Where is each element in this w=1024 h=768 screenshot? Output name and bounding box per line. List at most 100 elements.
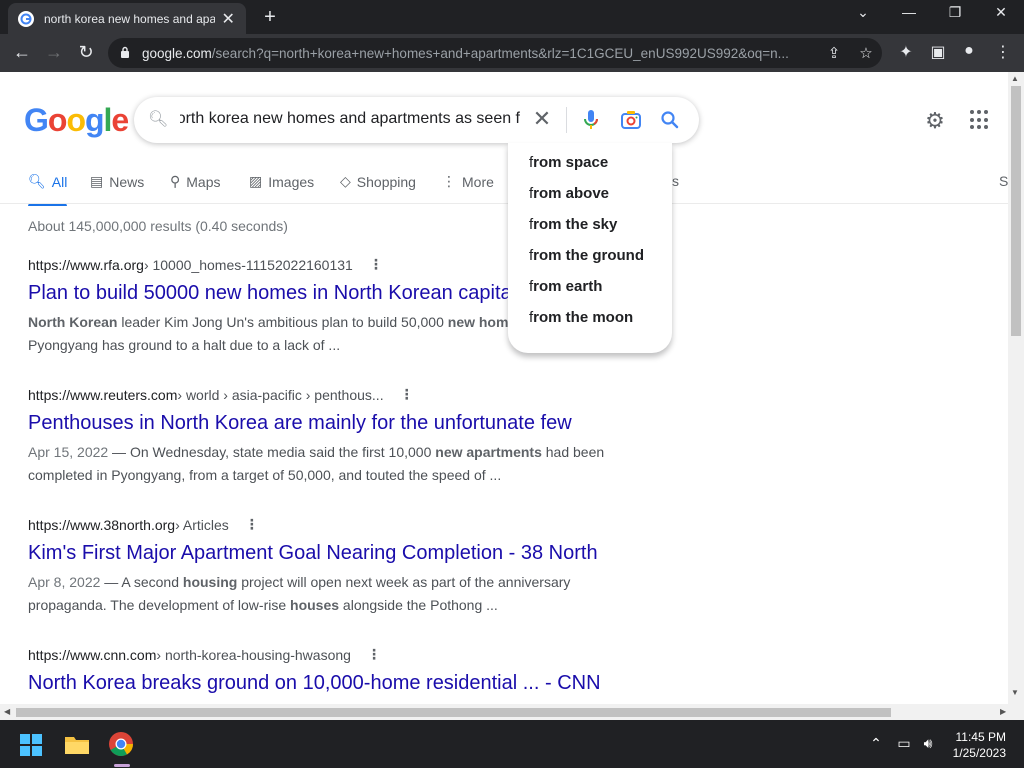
browser-toolbar: ← → ↻ google.com/search?q=north+korea+ne…	[0, 34, 1024, 72]
tab-close-icon[interactable]: ✕	[221, 9, 237, 29]
clock-date: 1/25/2023	[952, 746, 1006, 760]
suggestion-item[interactable]: from the ground	[529, 247, 644, 264]
logo-letter: o	[47, 102, 68, 138]
address-bar[interactable]: google.com/search?q=north+korea+new+home…	[108, 38, 882, 68]
result-snippet: Apr 15, 2022 — On Wednesday, state media…	[28, 444, 605, 483]
logo-letter: e	[111, 102, 129, 138]
scroll-left-icon[interactable]: ◀	[4, 707, 10, 716]
clock-time: 11:45 PM	[955, 730, 1006, 744]
result-menu-icon[interactable]: ⋮	[369, 256, 383, 273]
search-box: 🔍︎ north korea new homes and apartments …	[134, 97, 699, 143]
reload-button[interactable]: ↻	[74, 42, 98, 63]
apps-grid-icon[interactable]	[970, 110, 990, 130]
restore-button[interactable]: ❐	[940, 4, 970, 21]
search-icon: 🔍︎	[148, 111, 169, 128]
camera-lens-icon[interactable]	[618, 107, 644, 133]
menu-kebab-icon[interactable]: ⋮	[992, 42, 1014, 62]
minimize-button[interactable]: —	[894, 4, 924, 20]
tab-news[interactable]: ▤ News	[90, 173, 144, 190]
google-favicon-icon	[18, 10, 34, 27]
volume-icon[interactable]: 🔊︎	[918, 735, 938, 752]
tab-more[interactable]: ⋮ More	[442, 173, 494, 190]
result-url[interactable]: https://www.cnn.com › north-korea-housin…	[28, 646, 628, 663]
search-result: https://www.38north.org › Articles ⋮ Kim'…	[28, 516, 628, 617]
new-tab-button[interactable]: +	[258, 6, 282, 29]
active-app-indicator	[114, 764, 130, 767]
tag-icon: ◇	[340, 173, 351, 189]
tab-label: Images	[268, 173, 315, 190]
result-menu-icon[interactable]: ⋮	[400, 386, 414, 403]
result-title-link[interactable]: Penthouses in North Korea are mainly for…	[28, 412, 628, 435]
result-snippet: Apr 8, 2022 — A second housing project w…	[28, 574, 571, 613]
result-menu-icon[interactable]: ⋮	[245, 516, 259, 533]
close-window-button[interactable]: ✕	[986, 4, 1016, 21]
google-logo[interactable]: Google	[24, 102, 129, 139]
tray-chevron-icon[interactable]: ⌃	[866, 735, 886, 752]
autocomplete-dropdown: from space from above from the sky from …	[508, 143, 672, 353]
tab-label: Shopping	[356, 173, 416, 190]
suggestion-item[interactable]: from the moon	[529, 309, 633, 326]
logo-letter: o	[66, 102, 86, 138]
logo-letter: g	[84, 102, 105, 138]
result-stats: About 145,000,000 results (0.40 seconds)	[28, 218, 288, 234]
network-icon[interactable]: ▭	[894, 735, 914, 752]
scroll-down-icon[interactable]: ▼	[1011, 688, 1019, 697]
microphone-icon[interactable]	[578, 107, 604, 133]
tab-label: All	[51, 173, 68, 190]
settings-gear-icon[interactable]: ⚙	[922, 108, 948, 134]
header-divider	[0, 203, 1010, 204]
vertical-scroll-thumb[interactable]	[1011, 86, 1021, 336]
suggestion-item[interactable]: from earth	[529, 278, 602, 295]
tab-label: Maps	[186, 173, 221, 190]
suggestion-item[interactable]: from the sky	[529, 216, 617, 233]
tab-title: north korea new homes and apar	[44, 11, 215, 26]
tab-shopping[interactable]: ◇ Shopping	[340, 173, 416, 190]
extensions-icon[interactable]: ✦	[895, 42, 917, 62]
profile-icon[interactable]: ●	[958, 42, 980, 60]
tab-images[interactable]: ▨ Images	[249, 173, 314, 190]
chrome-icon[interactable]	[108, 731, 134, 757]
horizontal-scrollbar[interactable]: ◀ ▶	[0, 704, 1024, 720]
tools-tab-partial[interactable]: s	[672, 173, 679, 189]
search-submit-icon[interactable]	[657, 107, 683, 133]
tab-label: News	[109, 173, 145, 190]
result-title-link[interactable]: Kim's First Major Apartment Goal Nearing…	[28, 542, 628, 565]
browser-tab[interactable]: north korea new homes and apar ✕	[8, 3, 246, 34]
image-icon: ▨	[249, 173, 263, 189]
vertical-scrollbar[interactable]: ▲ ▼	[1008, 72, 1024, 704]
suggestion-item[interactable]: from space	[529, 154, 608, 171]
search-result: https://www.cnn.com › north-korea-housin…	[28, 646, 628, 695]
tab-maps[interactable]: ⚲ Maps	[170, 173, 221, 190]
news-icon: ▤	[90, 173, 104, 189]
url-text: google.com/search?q=north+korea+new+home…	[142, 46, 789, 61]
search-divider	[566, 107, 567, 133]
scroll-up-icon[interactable]: ▲	[1011, 74, 1019, 83]
result-menu-icon[interactable]: ⋮	[367, 646, 381, 663]
system-clock[interactable]: 11:45 PM 1/25/2023	[946, 729, 1006, 761]
search-icon: 🔍︎	[28, 173, 46, 189]
result-url[interactable]: https://www.reuters.com › world › asia-p…	[28, 386, 628, 403]
scroll-right-icon[interactable]: ▶	[1000, 707, 1006, 716]
suggestion-item[interactable]: from above	[529, 185, 609, 202]
share-icon[interactable]: ⇪	[824, 44, 844, 62]
tab-strip: north korea new homes and apar ✕ + ⌄ — ❐…	[0, 0, 1024, 34]
logo-letter: G	[24, 102, 49, 138]
back-button[interactable]: ←	[10, 42, 34, 63]
search-result: https://www.reuters.com › world › asia-p…	[28, 386, 628, 487]
bookmark-star-icon[interactable]: ☆	[856, 44, 876, 62]
side-panel-icon[interactable]: ▣	[927, 42, 949, 62]
lock-icon	[121, 46, 129, 58]
file-explorer-icon[interactable]	[64, 733, 90, 755]
result-url[interactable]: https://www.38north.org › Articles ⋮	[28, 516, 628, 533]
tab-label: More	[462, 173, 494, 190]
windows-taskbar: ⌃ ▭ 🔊︎ 11:45 PM 1/25/2023	[0, 720, 1024, 768]
result-title-link[interactable]: North Korea breaks ground on 10,000-home…	[28, 672, 628, 695]
tab-all[interactable]: 🔍︎ All	[28, 173, 68, 206]
horizontal-scroll-thumb[interactable]	[16, 708, 891, 717]
forward-button[interactable]: →	[42, 42, 66, 63]
tab-search-dropdown-icon[interactable]: ⌄	[848, 4, 878, 21]
windows-start-icon[interactable]	[20, 734, 42, 756]
safesearch-partial[interactable]: S	[999, 173, 1008, 189]
clear-search-icon[interactable]: ✕	[531, 106, 553, 132]
search-input[interactable]: north korea new homes and apartments as …	[180, 110, 520, 128]
